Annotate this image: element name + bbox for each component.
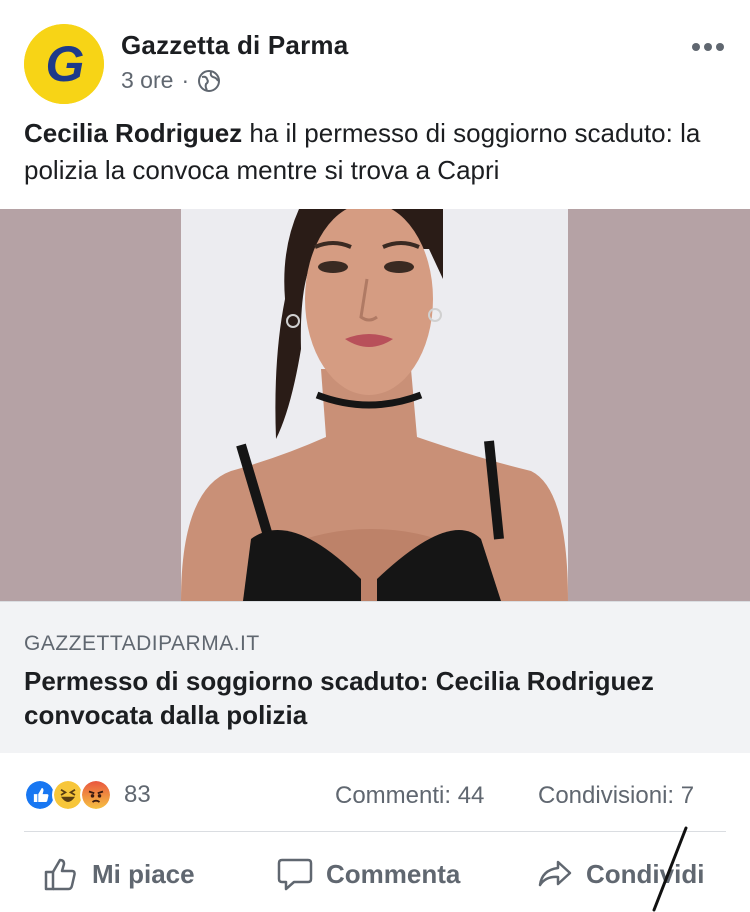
comment-icon [277, 858, 313, 891]
reactions-count: 83 [124, 781, 151, 808]
meta-separator: · [181, 67, 190, 93]
globe-icon [198, 69, 221, 92]
post-timestamp[interactable]: 3 ore [121, 67, 173, 94]
post-header: G Gazzetta di Parma 3 ore · [0, 0, 750, 112]
link-image[interactable] [0, 209, 750, 601]
link-info[interactable]: GAZZETTADIPARMA.IT Permesso di soggiorno… [0, 601, 750, 753]
svg-text:G: G [46, 36, 85, 92]
actions-divider [24, 831, 726, 832]
article-photo [181, 209, 568, 601]
thumbs-up-icon [44, 858, 76, 891]
like-button[interactable]: Mi piace [42, 854, 195, 894]
angry-reaction-icon [80, 779, 112, 811]
share-arrow-icon [538, 860, 572, 887]
post-actions: Mi piace Commenta Condividi [0, 836, 750, 912]
page-name[interactable]: Gazzetta di Parma [121, 30, 348, 61]
share-button[interactable]: Condividi [536, 854, 704, 894]
link-domain: GAZZETTADIPARMA.IT [24, 632, 260, 655]
post-message-bold[interactable]: Cecilia Rodriguez [24, 118, 242, 148]
comments-count[interactable]: Commenti: 44 [335, 782, 484, 810]
link-title[interactable]: Permesso di soggiorno scaduto: Cecilia R… [24, 664, 724, 732]
post-message: Cecilia Rodriguez ha il permesso di sogg… [24, 115, 724, 189]
comment-button[interactable]: Commenta [276, 854, 460, 894]
post-meta: 3 ore · [121, 67, 221, 94]
link-preview-card[interactable]: GAZZETTADIPARMA.IT Permesso di soggiorno… [0, 209, 750, 753]
gazzetta-logo-icon: G [24, 24, 104, 104]
more-options-icon[interactable] [690, 34, 726, 60]
page-avatar[interactable]: G [24, 24, 104, 104]
comment-label: Commenta [326, 858, 461, 889]
shares-count[interactable]: Condivisioni: 7 [538, 782, 694, 810]
portrait-image [181, 209, 568, 601]
like-label: Mi piace [92, 858, 195, 889]
post-stats: 83 Commenti: 44 Condivisioni: 7 [0, 770, 750, 820]
share-label: Condividi [586, 858, 705, 889]
reactions-summary[interactable]: 83 [24, 779, 151, 811]
